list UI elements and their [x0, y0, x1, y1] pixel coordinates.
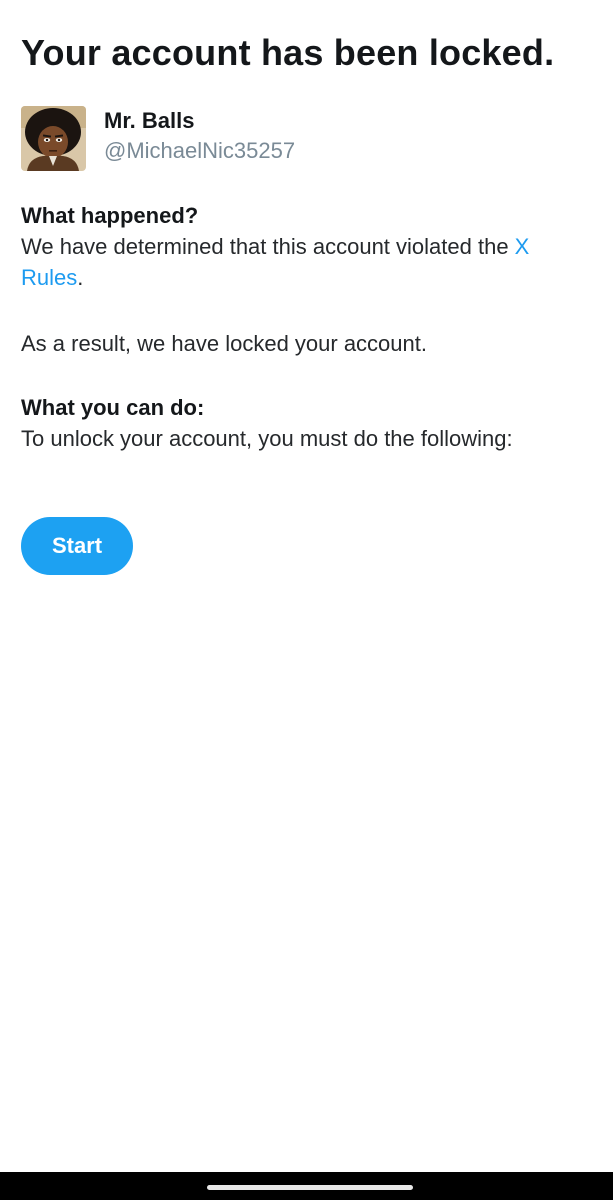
page-title: Your account has been locked.	[21, 32, 555, 73]
start-button[interactable]: Start	[21, 517, 133, 575]
system-navigation-bar	[0, 1172, 613, 1200]
violation-text: We have determined that this account vio…	[21, 234, 515, 259]
user-text: Mr. Balls @MichaelNic35257	[104, 106, 295, 166]
result-text: As a result, we have locked your account…	[21, 331, 427, 356]
violation-text-end: .	[77, 265, 84, 290]
what-you-can-do-heading: What you can do:	[21, 395, 205, 420]
what-you-can-do-section: What you can do: To unlock your account,…	[21, 392, 593, 454]
what-happened-section: What happened? We have determined that t…	[21, 200, 593, 293]
avatar	[21, 106, 86, 171]
account-locked-screen: Your account has been locked. Mr. Balls …	[0, 0, 613, 1200]
what-happened-text: We have determined that this account vio…	[21, 231, 593, 293]
display-name: Mr. Balls	[104, 108, 195, 133]
result-section: As a result, we have locked your account…	[21, 328, 593, 359]
user-info: Mr. Balls @MichaelNic35257	[21, 106, 295, 172]
what-happened-heading: What happened?	[21, 203, 199, 228]
what-you-can-do-text: To unlock your account, you must do the …	[21, 426, 513, 451]
user-handle: @MichaelNic35257	[104, 138, 296, 163]
home-indicator[interactable]	[207, 1185, 413, 1190]
cartoon-avatar-icon	[21, 106, 86, 171]
